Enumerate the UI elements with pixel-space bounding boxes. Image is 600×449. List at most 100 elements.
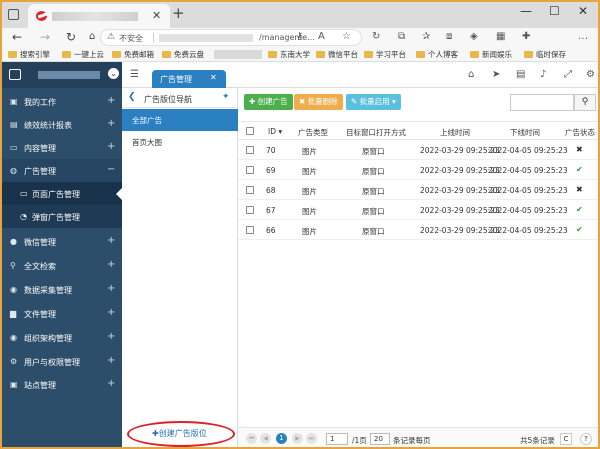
read-aloud-icon[interactable]: A: [318, 31, 325, 42]
sidebar-sub-page-ads[interactable]: ▭ 页面广告管理: [0, 182, 122, 205]
first-page-icon[interactable]: ⏮: [246, 433, 257, 444]
tab-ad-management[interactable]: 广告管理 ✕: [152, 70, 226, 88]
prev-page-icon[interactable]: ◀: [260, 433, 271, 444]
bookmark-folder[interactable]: 个人博客: [416, 49, 458, 60]
sidebar-item-my-work[interactable]: ▣ 我的工作 +: [0, 90, 122, 113]
bookmark-folder[interactable]: 微信平台: [316, 49, 358, 60]
refresh-page-icon[interactable]: ↻: [372, 31, 380, 42]
split-screen-icon[interactable]: ⧉: [398, 31, 405, 42]
minimize-icon[interactable]: —: [520, 4, 532, 18]
sidebar-item-wechat[interactable]: ● 微信管理 +: [0, 230, 122, 253]
column-header-online[interactable]: 上线时间: [440, 127, 470, 138]
bookmark-redacted[interactable]: [214, 50, 262, 59]
chevron-left-icon[interactable]: ❮: [128, 92, 136, 102]
bookmark-folder[interactable]: 东南大学: [268, 49, 310, 60]
page-number-input[interactable]: 1: [326, 433, 348, 445]
clipboard-icon[interactable]: ▤: [516, 69, 525, 80]
table-row[interactable]: 68 图片 原窗口 2022-03-29 09:25:23 2022-04-05…: [238, 180, 600, 200]
create-ad-button[interactable]: ✚ 创建广告: [244, 94, 293, 110]
fullscreen-icon[interactable]: ⤢: [564, 69, 572, 80]
main-content: ✚ 创建广告 ✖ 批量删除 ✎ 批量启用 ▾ ⚲ ID ▾ 广告类型 目标窗口打…: [238, 88, 600, 449]
nav-item-home-banner[interactable]: 首页大图: [122, 131, 238, 153]
nav-item-all-ads[interactable]: 全部广告: [122, 109, 238, 131]
forward-icon[interactable]: →: [40, 30, 50, 44]
extensions-puzzle-icon[interactable]: ✚: [522, 31, 530, 42]
batch-enable-button[interactable]: ✎ 批量启用 ▾: [346, 94, 401, 110]
navigate-icon[interactable]: ➤: [492, 69, 500, 80]
table-row[interactable]: 67 图片 原窗口 2022-03-29 09:25:23 2022-04-05…: [238, 200, 600, 220]
sidebar-item-files[interactable]: ▆ 文件管理 +: [0, 302, 122, 325]
bookmark-folder[interactable]: 免费云盘: [162, 49, 204, 60]
popup-icon: ◔: [20, 212, 27, 221]
bookmark-folder[interactable]: 一键上云: [62, 49, 104, 60]
back-icon[interactable]: ←: [12, 30, 22, 44]
table-row[interactable]: 70 图片 原窗口 2022-03-29 09:25:23 2022-04-05…: [238, 140, 600, 160]
batch-delete-button[interactable]: ✖ 批量删除: [294, 94, 343, 110]
row-checkbox[interactable]: [246, 146, 254, 154]
home-icon[interactable]: ⌂: [468, 69, 474, 80]
cell-type: 图片: [302, 227, 317, 236]
bell-icon[interactable]: ♪: [540, 69, 546, 80]
gear-icon[interactable]: ⚙: [586, 69, 595, 80]
search-input[interactable]: [510, 94, 574, 111]
bookmark-folder[interactable]: 新闻娱乐: [470, 49, 512, 60]
page-size-input[interactable]: 20: [370, 433, 390, 445]
more-menu-icon[interactable]: …: [578, 31, 588, 42]
key-icon[interactable]: ⚷: [296, 31, 303, 42]
sidebar-sub-popup-ads[interactable]: ◔ 弹窗广告管理: [0, 205, 122, 228]
sidebar-item-data-collection[interactable]: ◉ 数据采集管理 +: [0, 278, 122, 301]
sidebar-item-content[interactable]: ▭ 内容管理 +: [0, 136, 122, 159]
row-checkbox[interactable]: [246, 226, 254, 234]
column-header-offline[interactable]: 下线时间: [510, 127, 540, 138]
sidebar-item-org[interactable]: ◉ 组织架构管理 +: [0, 326, 122, 349]
extension-color-icon[interactable]: ◈: [470, 31, 478, 42]
bookmark-folder[interactable]: 学习平台: [364, 49, 406, 60]
row-checkbox[interactable]: [246, 186, 254, 194]
close-window-icon[interactable]: ✕: [578, 4, 588, 18]
new-tab-icon[interactable]: +: [172, 4, 185, 22]
refresh-icon[interactable]: C: [560, 433, 572, 445]
sidebar-item-reports[interactable]: ▤ 绩效统计报表 +: [0, 113, 122, 136]
pin-icon[interactable]: ✦: [222, 92, 230, 102]
current-page[interactable]: 1: [276, 433, 287, 444]
next-page-icon[interactable]: ▶: [292, 433, 303, 444]
expand-plus-icon: +: [107, 331, 116, 342]
select-all-checkbox[interactable]: [246, 127, 254, 135]
last-page-icon[interactable]: ⏭: [306, 433, 317, 444]
chevron-down-icon[interactable]: ⌄: [108, 68, 119, 79]
close-tab-icon[interactable]: ✕: [152, 9, 161, 22]
tab-actions-icon[interactable]: [8, 9, 19, 20]
expand-plus-icon: +: [107, 307, 116, 318]
per-page-label: 条记录每页: [393, 436, 431, 445]
sidebar-item-users-permissions[interactable]: ⚙ 用户与权限管理 +: [0, 350, 122, 373]
maximize-icon[interactable]: ☐: [549, 4, 560, 18]
row-checkbox[interactable]: [246, 206, 254, 214]
tab-title-redacted: [52, 12, 138, 21]
sidebar-item-sites[interactable]: ▣ 站点管理 +: [0, 373, 122, 396]
collections-icon[interactable]: ⧈: [446, 31, 452, 42]
bookmark-folder[interactable]: 免费邮箱: [112, 49, 154, 60]
extension-icon[interactable]: ▦: [496, 31, 505, 42]
favorites-icon[interactable]: ✰: [422, 31, 430, 42]
table-row[interactable]: 69 图片 原窗口 2022-03-29 09:25:23 2022-04-05…: [238, 160, 600, 180]
column-header-type[interactable]: 广告类型: [298, 127, 328, 138]
help-icon[interactable]: ?: [580, 433, 592, 445]
bookmark-folder[interactable]: 搜索引擎: [8, 49, 50, 60]
hamburger-menu-icon[interactable]: ☰: [130, 69, 139, 80]
browser-tab[interactable]: ✕: [28, 4, 170, 28]
favorite-star-icon[interactable]: ☆: [342, 31, 351, 42]
home-icon[interactable]: ⌂: [89, 31, 95, 42]
row-checkbox[interactable]: [246, 166, 254, 174]
column-header-status[interactable]: 广告状态: [565, 127, 595, 138]
column-header-target[interactable]: 目标窗口打开方式: [346, 127, 406, 138]
search-icon[interactable]: ⚲: [574, 94, 596, 111]
cell-offline: 2022-04-05 09:25:23: [488, 166, 568, 175]
sidebar-item-fulltext-search[interactable]: ⚲ 全文检索 +: [0, 254, 122, 277]
column-header-id[interactable]: ID ▾: [268, 127, 282, 136]
cell-id: 70: [266, 146, 276, 155]
reload-icon[interactable]: ↻: [66, 30, 76, 44]
bookmark-folder[interactable]: 临时保存: [524, 49, 566, 60]
table-row[interactable]: 66 图片 原窗口 2022-03-29 09:25:23 2022-04-05…: [238, 220, 600, 240]
sidebar-item-ads[interactable]: ◍ 广告管理 −: [0, 159, 122, 182]
close-icon[interactable]: ✕: [210, 73, 217, 82]
